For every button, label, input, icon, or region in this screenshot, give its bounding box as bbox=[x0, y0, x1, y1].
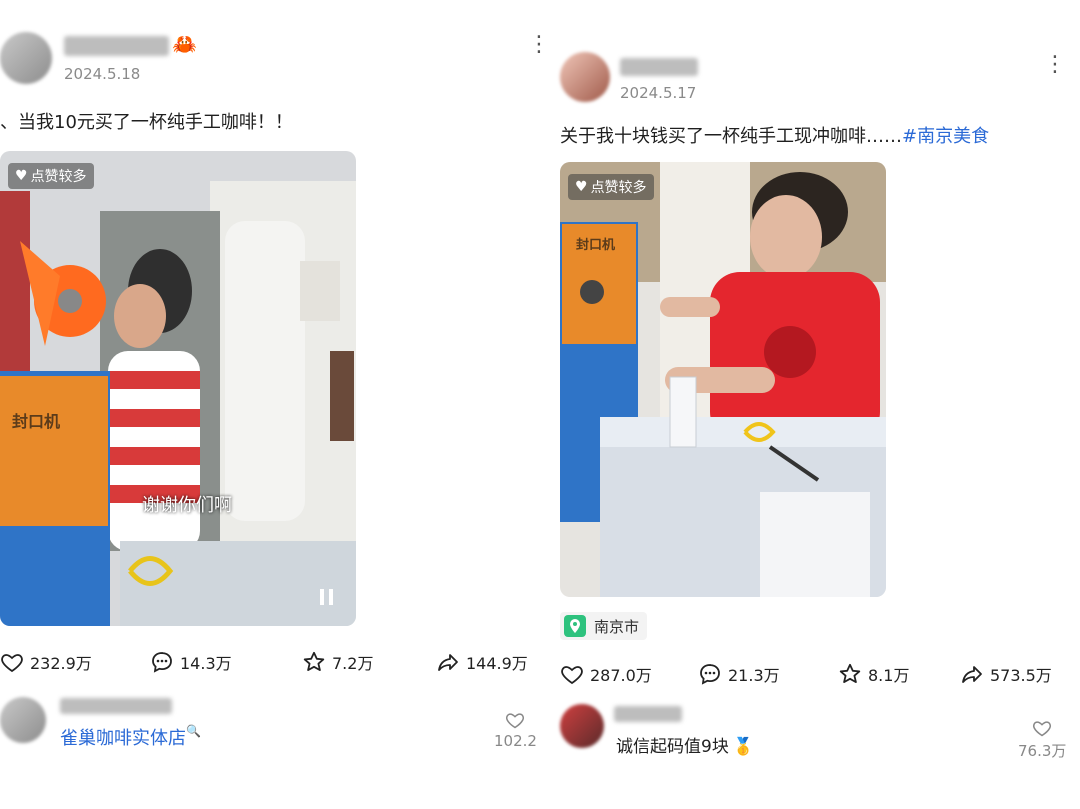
post-date: 2024.5.17 bbox=[620, 84, 697, 102]
post-video[interactable]: ♥ 点赞较多 封口机 bbox=[560, 162, 886, 597]
top-comment: 诚信起码值9块 🥇 bbox=[616, 732, 754, 757]
favorite-stat[interactable]: 7.2万 bbox=[302, 650, 373, 674]
commenter-name-blurred[interactable] bbox=[60, 698, 172, 714]
popular-badge: ♥ 点赞较多 bbox=[568, 174, 654, 200]
share-stat[interactable]: 573.5万 bbox=[960, 662, 1052, 686]
video-frame-illustration bbox=[0, 151, 356, 626]
like-count: 232.9万 bbox=[30, 654, 92, 673]
commenter-avatar[interactable] bbox=[560, 704, 604, 748]
star-icon bbox=[839, 663, 861, 683]
video-subtitle: 谢谢你们啊 bbox=[142, 495, 232, 516]
like-stat[interactable]: 287.0万 bbox=[560, 662, 652, 686]
comment-text: 诚信起码值9块 bbox=[616, 737, 729, 757]
hashtag-link[interactable]: #南京美食 bbox=[902, 126, 989, 147]
machine-label: 封口机 bbox=[576, 238, 616, 253]
post-caption: 、当我10元买了一杯纯手工咖啡！！ bbox=[0, 112, 293, 133]
star-icon bbox=[303, 651, 325, 671]
comment-count: 14.3万 bbox=[180, 654, 232, 673]
post-date: 2024.5.18 bbox=[64, 65, 141, 83]
commenter-name-blurred[interactable] bbox=[614, 706, 682, 722]
heart-icon bbox=[1, 654, 23, 673]
crab-icon: 🦀 bbox=[172, 32, 197, 56]
username-blurred[interactable] bbox=[620, 58, 698, 76]
location-label: 南京市 bbox=[594, 617, 640, 636]
share-arrow-icon bbox=[962, 666, 982, 683]
comment-count: 21.3万 bbox=[728, 666, 780, 685]
comment-stat[interactable]: 21.3万 bbox=[698, 662, 780, 686]
caption-text: 关于我十块钱买了一杯纯手工现冲咖啡…… bbox=[560, 126, 902, 147]
comment-like-count: 76.3万 bbox=[1018, 742, 1067, 760]
location-pin-icon bbox=[564, 615, 586, 637]
avatar[interactable] bbox=[0, 32, 52, 84]
video-frame-illustration bbox=[560, 162, 886, 597]
machine-label: 封口机 bbox=[12, 412, 61, 431]
username-blurred[interactable] bbox=[64, 36, 169, 56]
heart-icon bbox=[506, 713, 525, 729]
comment-like[interactable]: 102.2 bbox=[494, 710, 537, 750]
comment-bubble-icon bbox=[152, 652, 172, 673]
share-count: 573.5万 bbox=[990, 666, 1052, 685]
comment-like-count: 102.2 bbox=[494, 732, 537, 750]
medal-icon: 🥇 bbox=[732, 737, 754, 757]
favorite-count: 7.2万 bbox=[332, 654, 374, 673]
search-icon: 🔍 bbox=[186, 724, 201, 738]
heart-icon: ♥ bbox=[575, 179, 588, 195]
location-tag[interactable]: 南京市 bbox=[560, 612, 648, 640]
share-count: 144.9万 bbox=[466, 654, 528, 673]
heart-icon bbox=[561, 666, 583, 685]
avatar[interactable] bbox=[560, 52, 610, 102]
more-vertical-icon[interactable]: ⋮ bbox=[1044, 54, 1066, 76]
favorite-count: 8.1万 bbox=[868, 666, 910, 685]
heart-icon: ♥ bbox=[15, 168, 28, 184]
more-vertical-icon[interactable]: ⋮ bbox=[528, 34, 550, 56]
badge-label: 点赞较多 bbox=[590, 180, 647, 196]
share-stat[interactable]: 144.9万 bbox=[436, 650, 528, 674]
commenter-avatar[interactable] bbox=[0, 697, 46, 743]
comment-text: 雀巢咖啡实体店 bbox=[60, 728, 186, 749]
comment-bubble-icon bbox=[700, 664, 720, 685]
like-stat[interactable]: 232.9万 bbox=[0, 650, 92, 674]
post-caption: 关于我十块钱买了一杯纯手工现冲咖啡……#南京美食 bbox=[560, 122, 989, 148]
popular-badge: ♥ 点赞较多 bbox=[8, 163, 94, 189]
favorite-stat[interactable]: 8.1万 bbox=[838, 662, 909, 686]
share-arrow-icon bbox=[438, 654, 458, 671]
comment-like[interactable]: 76.3万 bbox=[1018, 718, 1066, 761]
top-comment-link[interactable]: 雀巢咖啡实体店🔍 bbox=[60, 724, 201, 750]
comment-stat[interactable]: 14.3万 bbox=[150, 650, 232, 674]
badge-label: 点赞较多 bbox=[30, 169, 87, 185]
post-video[interactable]: ♥ 点赞较多 封口机 谢谢你们啊 bbox=[0, 151, 356, 626]
heart-icon bbox=[1033, 721, 1052, 737]
like-count: 287.0万 bbox=[590, 666, 652, 685]
